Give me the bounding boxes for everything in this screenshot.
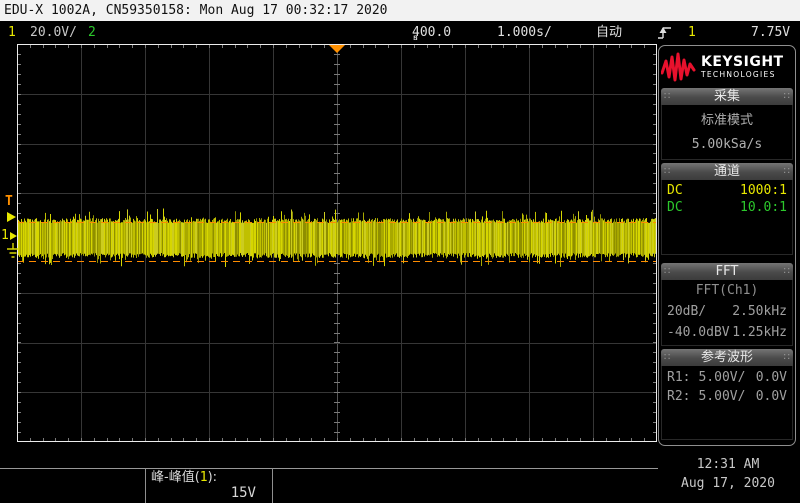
- acquisition-mode: 标准模式: [662, 109, 792, 133]
- sidebar: KEYSIGHT TECHNOLOGIES ∷ 采集 ∷ 标准模式 5.00kS…: [658, 45, 796, 446]
- clock-time: 12:31 AM: [660, 455, 796, 474]
- panel-header-fft[interactable]: ∷ FFT ∷: [661, 263, 793, 280]
- trigger-source[interactable]: 1: [688, 21, 696, 44]
- ref1-offset: 0.0V: [756, 368, 787, 387]
- refs-title: 参考波形: [670, 349, 783, 366]
- oscilloscope-screen: EDU-X 1002A, CN59350158: Mon Aug 17 00:3…: [0, 0, 800, 503]
- channel2-row[interactable]: DC 10.0:1: [667, 199, 787, 216]
- ch2-coupling: DC: [667, 199, 683, 216]
- channel1-marker-arrow-icon: [10, 232, 17, 240]
- fft-center: 1.25kHz: [732, 322, 787, 343]
- measurement-value: 15V: [146, 485, 272, 502]
- status-row: 1 20.0V/ 2 400.0 n s 1.000s/ 自动 1 7.75V: [0, 21, 800, 44]
- channel1-position-marker[interactable]: 1: [1, 230, 17, 242]
- panel-refs[interactable]: R1: 5.00V/ 0.0V R2: 5.00V/ 0.0V: [661, 366, 793, 440]
- drag-handle-icon[interactable]: ∷: [784, 167, 790, 177]
- ch2-badge[interactable]: 2: [88, 21, 96, 44]
- fft-offset: -40.0dBV: [667, 322, 730, 343]
- ref1-row[interactable]: R1: 5.00V/ 0.0V: [667, 368, 787, 387]
- ch1-coupling: DC: [667, 182, 683, 199]
- drag-handle-icon[interactable]: ∷: [784, 353, 790, 363]
- ref2-scale: 5.00V/: [698, 387, 745, 406]
- ref1-label: R1:: [667, 368, 690, 387]
- clock-date: Aug 17, 2020: [660, 474, 796, 493]
- measurement-channel: 1: [200, 470, 208, 485]
- ref2-offset: 0.0V: [756, 387, 787, 406]
- measurement-label: 峰-峰值(1):: [146, 468, 272, 485]
- acquisition-title: 采集: [670, 88, 783, 105]
- fft-scale: 20dB/: [667, 301, 706, 322]
- bottom-divider: [0, 468, 658, 469]
- channel1-row[interactable]: DC 1000:1: [667, 182, 787, 199]
- fft-source: FFT(Ch1): [667, 281, 787, 301]
- ground-icon: [6, 243, 20, 262]
- channel1-marker-label: 1: [1, 230, 9, 242]
- title-bar: EDU-X 1002A, CN59350158: Mon Aug 17 00:3…: [0, 0, 800, 21]
- drag-handle-icon[interactable]: ∷: [784, 92, 790, 102]
- panel-acquisition[interactable]: 标准模式 5.00kSa/s: [661, 105, 793, 160]
- trigger-level-marker-label[interactable]: T: [5, 196, 13, 208]
- trigger-level-readout[interactable]: 7.75V: [751, 21, 790, 44]
- ch1-probe: 1000:1: [740, 182, 787, 199]
- drag-handle-icon[interactable]: ∷: [784, 267, 790, 277]
- panel-header-acquisition[interactable]: ∷ 采集 ∷: [661, 88, 793, 105]
- ch1-scale-readout[interactable]: 20.0V/: [30, 21, 77, 44]
- fft-title: FFT: [670, 263, 783, 280]
- measurement-cell[interactable]: 峰-峰值(1): 15V: [145, 468, 273, 503]
- scope-display[interactable]: [17, 44, 657, 442]
- ch2-probe: 10.0:1: [740, 199, 787, 216]
- ch1-badge[interactable]: 1: [8, 21, 16, 44]
- fft-span: 2.50kHz: [732, 301, 787, 322]
- ref2-row[interactable]: R2: 5.00V/ 0.0V: [667, 387, 787, 406]
- clock: 12:31 AM Aug 17, 2020: [660, 455, 796, 493]
- panel-header-refs[interactable]: ∷ 参考波形 ∷: [661, 349, 793, 366]
- ref1-scale: 5.00V/: [698, 368, 745, 387]
- fft-scale-row: 20dB/ 2.50kHz: [667, 301, 787, 322]
- keysight-logo: KEYSIGHT TECHNOLOGIES: [661, 48, 793, 86]
- trigger-level-arrow-icon[interactable]: [7, 212, 16, 222]
- keysight-spark-icon: [661, 51, 697, 83]
- instrument-title: EDU-X 1002A, CN59350158: Mon Aug 17 00:3…: [4, 3, 388, 18]
- panel-header-channels[interactable]: ∷ 通道 ∷: [661, 163, 793, 180]
- brand-sub: TECHNOLOGIES: [701, 70, 784, 79]
- trigger-mode[interactable]: 自动: [596, 21, 622, 44]
- panel-channels[interactable]: DC 1000:1 DC 10.0:1: [661, 180, 793, 255]
- panel-fft[interactable]: FFT(Ch1) 20dB/ 2.50kHz -40.0dBV 1.25kHz: [661, 280, 793, 346]
- channels-title: 通道: [670, 163, 783, 180]
- sample-rate: 5.00kSa/s: [662, 133, 792, 157]
- brand-name: KEYSIGHT: [701, 55, 784, 70]
- timebase-readout[interactable]: 1.000s/: [497, 21, 552, 44]
- fft-offset-row: -40.0dBV 1.25kHz: [667, 322, 787, 343]
- ref2-label: R2:: [667, 387, 690, 406]
